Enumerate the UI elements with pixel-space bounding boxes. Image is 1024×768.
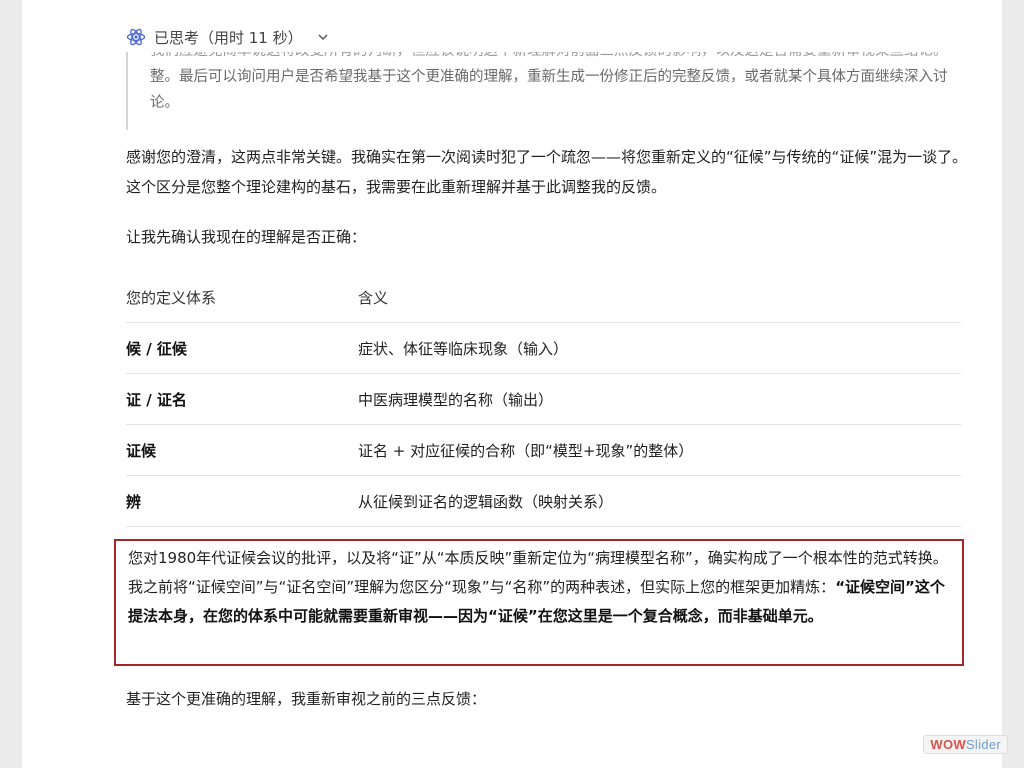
- term-cell: 辨: [126, 475, 358, 527]
- highlight-text: 您对1980年代证候会议的批评，以及将“证”从“本质反映”重新定位为“病理模型名…: [128, 549, 948, 596]
- thought-truncated-line: 我们应避免简单说这将改变所有的判断，但应该说明这个新理解对前面三点反馈的影响，以…: [150, 52, 956, 64]
- screenshot-frame: 已思考（用时 11 秒） 我们应避免简单说这将改变所有的判断，但应该说明这个新理…: [22, 0, 1002, 768]
- intro-paragraph: 感谢您的澄清，这两点非常关键。我确实在第一次阅读时犯了一个疏忽——将您重新定义的…: [126, 148, 968, 196]
- meaning-cell: 症状、体征等临床现象（输入）: [358, 322, 961, 374]
- term-cell: 证候: [126, 424, 358, 476]
- watermark-part1: WOW: [930, 737, 966, 752]
- closing-paragraph: 基于这个更准确的理解，我重新审视之前的三点反馈：: [126, 690, 487, 708]
- confirm-paragraph: 让我先确认我现在的理解是否正确：: [126, 228, 367, 246]
- table-row: 证 / 证名 中医病理模型的名称（输出）: [126, 373, 961, 425]
- table-header-row: 您的定义体系 含义: [126, 272, 961, 323]
- meaning-cell: 中医病理模型的名称（输出）: [358, 373, 961, 425]
- wowslider-watermark: WOWSlider: [923, 735, 1008, 754]
- term-cell: 候 / 征候: [126, 322, 358, 374]
- thinking-toggle[interactable]: 已思考（用时 11 秒）: [126, 24, 331, 50]
- meaning-cell: 证名 + 对应征候的合称（即“模型+现象”的整体）: [358, 424, 961, 476]
- meaning-cell: 从征候到证名的逻辑函数（映射关系）: [358, 475, 961, 527]
- table-header: 含义: [358, 272, 961, 323]
- thought-process-block: 我们应避免简单说这将改变所有的判断，但应该说明这个新理解对前面三点反馈的影响，以…: [126, 52, 956, 130]
- atom-icon: [126, 27, 146, 47]
- table-row: 辨 从征候到证名的逻辑函数（映射关系）: [126, 475, 961, 527]
- definition-table: 您的定义体系 含义 候 / 征候 症状、体征等临床现象（输入） 证 / 证名 中…: [126, 272, 961, 527]
- table-row: 候 / 征候 症状、体征等临床现象（输入）: [126, 322, 961, 374]
- term-cell: 证 / 证名: [126, 373, 358, 425]
- highlighted-paragraph-box: 您对1980年代证候会议的批评，以及将“证”从“本质反映”重新定位为“病理模型名…: [114, 539, 964, 666]
- thinking-label: 已思考（用时 11 秒）: [154, 28, 303, 47]
- watermark-part2: Slider: [965, 737, 1001, 752]
- table-row: 证候 证名 + 对应征候的合称（即“模型+现象”的整体）: [126, 424, 961, 476]
- thought-text: 整。最后可以询问用户是否希望我基于这个更准确的理解，重新生成一份修正后的完整反馈…: [150, 69, 948, 111]
- table-header: 您的定义体系: [126, 272, 358, 323]
- highlight-paragraph: 您对1980年代证候会议的批评，以及将“证”从“本质反映”重新定位为“病理模型名…: [128, 544, 952, 631]
- chevron-down-icon[interactable]: [315, 29, 331, 45]
